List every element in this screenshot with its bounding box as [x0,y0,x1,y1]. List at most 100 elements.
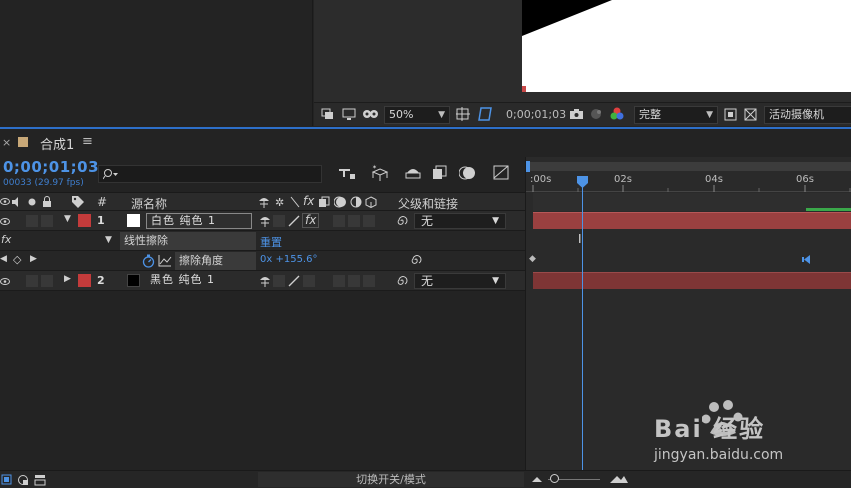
layer-search-input[interactable] [98,165,322,183]
resolution-select[interactable]: 完整 ▼ [634,106,718,124]
toggle-transparency-icon[interactable] [744,108,757,121]
effects-switch-icon[interactable]: fx [302,213,320,228]
effect-row[interactable]: fx ▼ 线性擦除 重置 [0,231,525,251]
shy-layers-icon[interactable] [405,165,421,179]
show-snapshot-icon[interactable] [590,108,604,120]
pick-whip-icon[interactable] [410,254,422,266]
viewer-timecode[interactable]: 0;00;01;03 [506,108,566,121]
camera-select[interactable]: 活动摄像机 [764,106,851,124]
layer-color-swatch [127,214,140,227]
playhead-line[interactable] [582,183,583,470]
speaker-icon[interactable] [11,197,21,207]
layer-track[interactable] [533,212,851,229]
property-value[interactable]: 0x +155.6° [260,254,317,265]
stopwatch-icon[interactable] [142,254,155,268]
lock-toggle[interactable] [41,275,53,287]
quality-switch-icon[interactable] [288,275,300,287]
camera-snapshot-icon[interactable] [569,108,584,120]
label-tag-icon[interactable] [71,195,85,208]
solo-toggle[interactable] [26,275,38,287]
graph-icon[interactable] [158,254,172,267]
composition-mini-flowchart-icon[interactable] [338,166,356,180]
transfer-controls-icon[interactable] [17,474,29,486]
prev-keyframe-icon[interactable]: ◀ [0,254,7,264]
layer-name[interactable]: 白色 纯色 1 [146,213,252,229]
3d-layer-toggle[interactable] [363,215,375,227]
eye-icon[interactable] [0,217,10,226]
ruler-tick-marks [532,185,851,192]
keyframe-icon[interactable]: ◆ [529,254,536,264]
add-keyframe-icon[interactable]: ◇ [13,253,21,266]
watermark: du Bai 经验 jingyan.baidu.com [654,395,844,469]
time-ruler[interactable]: :00s 02s 04s 06s [526,172,851,192]
frame-blend-toggle[interactable] [333,275,345,287]
lock-icon[interactable] [42,196,52,207]
pick-whip-icon[interactable] [396,215,408,227]
eye-icon[interactable] [0,197,10,206]
comp-tab-label[interactable]: 合成1 [40,134,74,153]
draft-3d-icon[interactable]: ✶ [370,164,390,182]
layer-switches-icon[interactable] [1,474,13,486]
graph-editor-icon[interactable] [493,165,509,180]
col-source-name[interactable]: 源名称 [131,195,167,212]
work-area-bar[interactable] [526,162,851,171]
collapse-toggle[interactable] [273,215,285,227]
monitor-icon[interactable] [342,108,356,121]
parent-select[interactable]: 无 ▼ [414,273,506,289]
current-time-display[interactable]: 0;00;01;03 [3,158,99,176]
tab-menu-icon[interactable]: ≡ [82,134,93,149]
timeline-tracks[interactable]: :00s 02s 04s 06s ◆ I du Bai 经验 jingyan.b… [525,157,851,470]
close-tab-icon[interactable]: × [2,136,11,149]
toggle-switches-modes-button[interactable]: 切换开关/模式 [258,472,524,487]
expand-arrow-icon[interactable]: ▼ [105,235,112,245]
property-row[interactable]: ◀ ◇ ▶ 擦除角度 0x +155.6° [0,251,525,271]
mask-visibility-icon[interactable] [362,108,380,121]
collapse-toggle[interactable] [273,275,285,287]
motion-blur-icon[interactable] [459,165,477,180]
shy-switch-icon[interactable] [259,215,271,227]
fast-preview-icon[interactable] [724,108,737,121]
layer-track[interactable] [533,272,851,289]
transparency-grid-icon[interactable] [477,107,493,121]
zoom-in-icon[interactable] [610,474,628,484]
playhead-handle[interactable] [577,176,588,188]
layer-label-color[interactable] [78,214,91,227]
3d-layer-toggle[interactable] [363,275,375,287]
color-channels-icon[interactable] [610,107,624,121]
region-of-interest-icon[interactable] [321,108,335,121]
chevron-down-icon: ▼ [438,110,445,120]
frame-blending-icon[interactable] [432,165,448,180]
motion-blur-toggle[interactable] [348,275,360,287]
quality-switch-icon[interactable] [288,215,300,227]
property-name: 擦除角度 [175,252,256,270]
parent-select[interactable]: 无 ▼ [414,213,506,229]
frame-blend-toggle[interactable] [333,215,345,227]
pick-whip-icon[interactable] [396,275,408,287]
zoom-select[interactable]: 50% ▼ [384,106,450,124]
effects-toggle[interactable] [303,275,315,287]
work-area-start-handle[interactable] [526,161,530,172]
next-keyframe-icon[interactable]: ▶ [30,254,37,264]
expand-arrow-icon[interactable]: ▼ [64,214,71,224]
lock-toggle[interactable] [41,215,53,227]
zoom-slider-handle[interactable] [550,474,559,483]
layer-name[interactable]: 黑色 纯色 1 [146,273,252,289]
col-parent-link[interactable]: 父级和链接 [398,195,458,212]
keyframe-icon[interactable] [802,255,811,264]
motion-blur-toggle[interactable] [348,215,360,227]
solo-icon[interactable] [28,198,36,206]
effect-fx-icon[interactable]: fx [1,233,11,246]
zoom-out-icon[interactable] [532,476,542,483]
grid-guides-icon[interactable] [456,107,472,121]
effect-name[interactable]: 线性擦除 [120,232,256,250]
eye-icon[interactable] [0,277,10,286]
layer-row[interactable]: ▼ 1 白色 纯色 1 fx 无 ▼ [0,211,525,231]
effect-reset-link[interactable]: 重置 [260,234,282,250]
layer-row[interactable]: ▶ 2 黑色 纯色 1 无 ▼ [0,271,525,291]
in-out-duration-icon[interactable] [34,474,46,486]
solo-toggle[interactable] [26,215,38,227]
expand-arrow-icon[interactable]: ▶ [64,274,71,284]
layer-label-color[interactable] [78,274,91,287]
camera-value: 活动摄像机 [769,108,824,121]
shy-switch-icon[interactable] [259,275,271,287]
